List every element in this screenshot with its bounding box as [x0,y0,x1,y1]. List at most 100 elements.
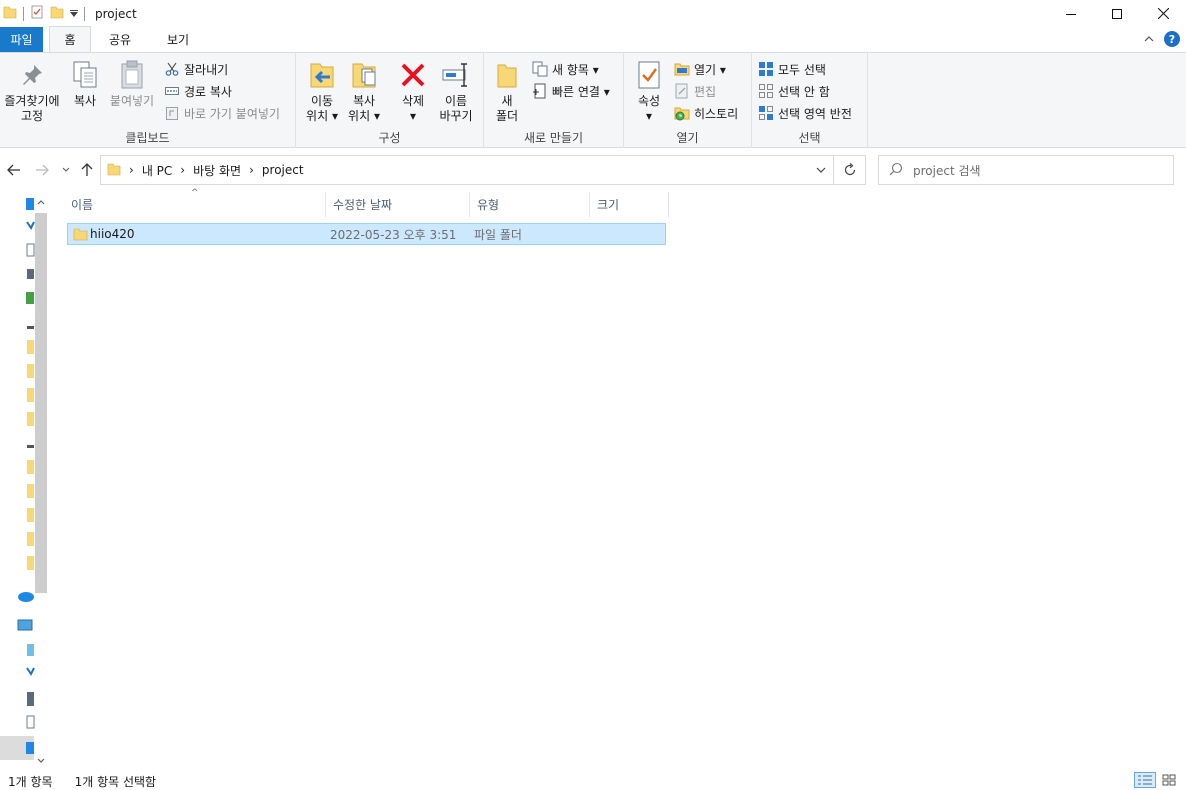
copy-path-button[interactable]: 경로 복사 [164,81,232,101]
maximize-button[interactable] [1094,0,1140,27]
open-label: 열기 ▾ [694,62,726,77]
delete-icon [397,59,429,91]
invert-selection-label: 선택 영역 반전 [778,106,852,121]
open-group: 속성 ▾ 열기 ▾ 편집 히스토리 열기 [624,53,752,148]
column-date-modified[interactable]: 수정한 날짜 [326,192,470,217]
rename-icon [440,59,472,91]
column-type[interactable]: 유형 [470,192,590,217]
select-all-button[interactable]: 모두 선택 [758,59,826,79]
paste-shortcut-button[interactable]: 바로 가기 붙여넣기 [164,103,280,123]
file-name[interactable]: hiio420 [90,227,330,241]
column-size[interactable]: 크기 [590,192,669,217]
properties-button[interactable]: 속성 ▾ [632,59,666,124]
history-button[interactable]: 히스토리 [674,103,738,123]
ribbon-controls: ? [1144,31,1180,47]
tab-file[interactable]: 파일 [0,27,43,52]
up-button[interactable] [77,160,97,180]
open-button[interactable]: 열기 ▾ [674,59,726,79]
select-all-icon [758,61,774,77]
properties-icon [633,59,665,91]
open-folder-icon [674,61,690,77]
select-none-button[interactable]: 선택 안 함 [758,81,830,101]
new-folder-button[interactable]: 새 폴더 [492,59,522,124]
back-button[interactable] [4,160,24,180]
selected-count: 1개 항목 선택함 [74,774,157,789]
paste-shortcut-label: 바로 가기 붙여넣기 [184,106,280,121]
move-to-button[interactable]: 이동 위치 ▾ [304,59,340,124]
chevron-right-icon[interactable]: › [249,163,254,177]
edit-label: 편집 [694,84,717,99]
cut-button[interactable]: 잘라내기 [164,59,228,79]
search-box[interactable]: project 검색 [878,155,1174,185]
breadcrumb-project[interactable]: project [262,163,304,177]
invert-selection-icon [758,105,774,121]
new-group-label: 새로 만들기 [523,131,583,145]
chevron-right-icon[interactable]: › [180,163,185,177]
select-all-label: 모두 선택 [778,62,826,77]
divider [23,6,24,21]
help-icon[interactable]: ? [1164,31,1180,47]
folder-icon [107,162,121,179]
column-header: 이름 수정한 날짜 유형 크기 [64,192,669,217]
edit-button[interactable]: 편집 [674,81,716,101]
pin-quick-access-button[interactable]: 즐겨찾기에 고정 [2,59,62,124]
breadcrumb: › 내 PC › 바탕 화면 › project [101,162,304,179]
address-dropdown-button[interactable] [809,156,833,184]
tab-view[interactable]: 보기 [155,27,201,52]
details-view-button[interactable] [1134,772,1156,788]
breadcrumb-desktop[interactable]: 바탕 화면 [193,162,241,179]
new-folder-label-1: 새 [501,94,513,108]
window-title: project [95,6,137,21]
copy-path-label: 경로 복사 [184,84,232,99]
scrollbar-thumb[interactable] [35,213,47,593]
new-item-icon [532,61,548,77]
breadcrumb-this-pc[interactable]: 내 PC [142,162,172,179]
pin-label-1: 즐겨찾기에 [4,94,60,108]
easy-access-button[interactable]: 빠른 연결 ▾ [532,81,610,101]
invert-selection-button[interactable]: 선택 영역 반전 [758,103,852,123]
chevron-up-icon[interactable] [1144,32,1154,46]
minimize-button[interactable] [1048,0,1094,27]
address-bar[interactable]: › 내 PC › 바탕 화면 › project [100,155,834,185]
new-folder-icon [491,59,523,91]
clipboard-group-label: 클립보드 [125,131,170,145]
copy-button[interactable]: 복사 [68,59,102,109]
history-label: 히스토리 [694,106,739,121]
copy-to-button[interactable]: 복사 위치 ▾ [346,59,382,124]
new-group: 새 폴더 새 항목 ▾ 빠른 연결 ▾ 새로 만들기 [484,53,624,148]
status-bar: 1개 항목 1개 항목 선택함 [0,772,1186,790]
pin-label-2: 고정 [20,109,44,123]
ribbon-tabs: 파일 홈 공유 보기 ? [0,26,1186,52]
file-date: 2022-05-23 오후 3:51 [330,227,457,242]
rename-button[interactable]: 이름 바꾸기 [434,59,478,124]
copy-to-icon [348,59,380,91]
easy-access-label: 빠른 연결 ▾ [552,84,610,99]
refresh-button[interactable] [834,155,866,185]
new-folder-icon[interactable] [50,5,64,22]
select-none-icon [758,83,774,99]
chevron-right-icon[interactable]: › [129,163,134,177]
close-button[interactable] [1140,0,1186,27]
delete-button[interactable]: 삭제 ▾ [396,59,430,124]
title-bar: project [0,0,1186,27]
select-group: 모두 선택 선택 안 함 선택 영역 반전 선택 [752,53,868,148]
tab-home[interactable]: 홈 [49,26,91,52]
forward-button[interactable] [32,160,52,180]
new-folder-label-2: 폴더 [495,109,519,123]
column-name[interactable]: 이름 [64,192,326,217]
recent-locations-button[interactable] [56,160,76,180]
large-icons-view-button[interactable] [1158,772,1180,788]
copy-to-label-2: 위치 ▾ [348,109,380,123]
new-item-button[interactable]: 새 항목 ▾ [532,59,599,79]
file-type: 파일 폴더 [474,227,522,242]
rename-label-1: 이름 [444,94,468,108]
properties-icon[interactable] [30,5,44,22]
folder-icon [73,227,90,241]
copy-to-label-1: 복사 [352,94,376,108]
table-row[interactable]: hiio420 2022-05-23 오후 3:51 파일 폴더 [67,223,666,245]
move-to-label-1: 이동 [310,94,334,108]
open-group-label: 열기 [676,131,699,145]
chevron-down-icon[interactable] [70,7,78,21]
paste-button[interactable]: 붙여넣기 [106,59,158,109]
tab-share[interactable]: 공유 [97,27,143,52]
